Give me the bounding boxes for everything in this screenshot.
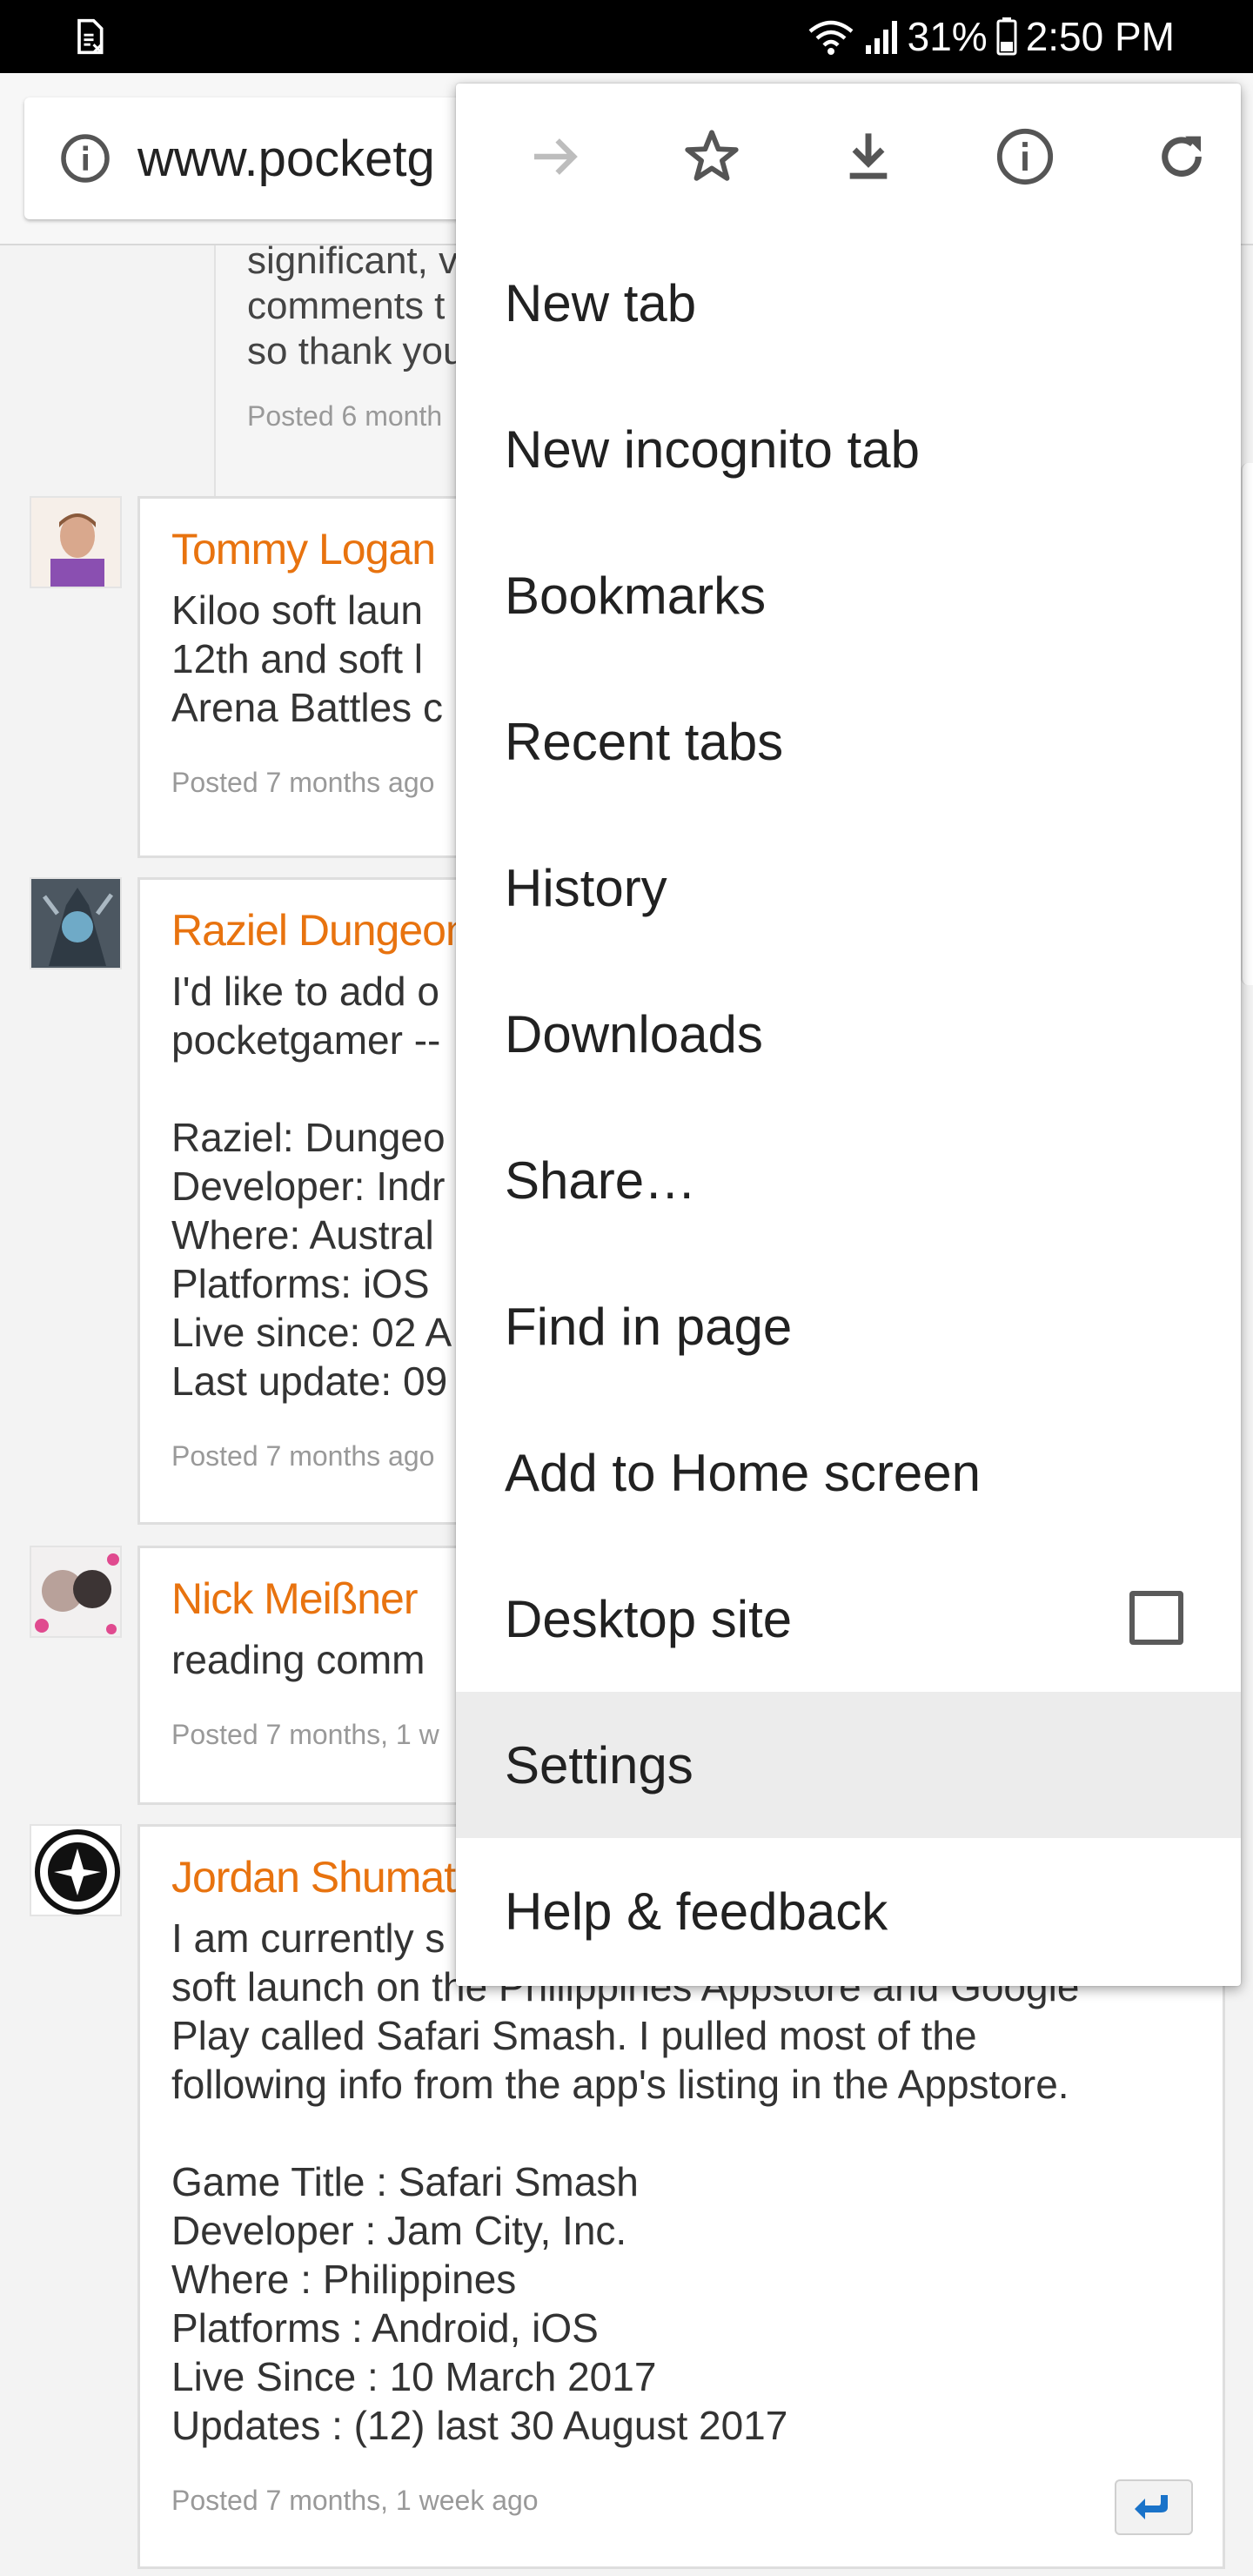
- clock: 2:50 PM: [1025, 14, 1175, 59]
- bookmark-star-button[interactable]: [675, 120, 748, 193]
- menu-item-settings[interactable]: Settings: [456, 1692, 1241, 1838]
- menu-item-label: Find in page: [505, 1297, 793, 1356]
- menu-item-downloads[interactable]: Downloads: [456, 961, 1241, 1107]
- reply-button[interactable]: [1115, 2479, 1193, 2535]
- info-icon[interactable]: [59, 132, 111, 184]
- menu-item-label: Downloads: [505, 1004, 763, 1063]
- info-icon: [996, 128, 1054, 185]
- posted-time: Posted 7 months, 1 week ago: [171, 2485, 539, 2516]
- menu-item-recent-tabs[interactable]: Recent tabs: [456, 668, 1241, 815]
- menu-icon-row: [456, 84, 1241, 230]
- menu-item-label: New tab: [505, 273, 697, 332]
- status-bar: 31% 2:50 PM: [0, 0, 1253, 73]
- reply-icon: [1135, 2495, 1168, 2519]
- download-button[interactable]: [832, 120, 905, 193]
- download-icon: [849, 133, 888, 179]
- menu-item-label: History: [505, 858, 667, 917]
- signal-icon: [865, 21, 897, 54]
- menu-item-label: Share…: [505, 1150, 697, 1210]
- star-icon: [685, 130, 739, 181]
- menu-item-label: Recent tabs: [505, 712, 784, 771]
- comment-text: I am currently s soft launch on the Phil…: [171, 1915, 1080, 2448]
- sim-card-icon: [77, 18, 104, 55]
- desktop-site-checkbox[interactable]: [1129, 1591, 1183, 1645]
- menu-item-label: Desktop site: [505, 1589, 793, 1648]
- menu-item-add-to-home-screen[interactable]: Add to Home screen: [456, 1399, 1241, 1546]
- menu-item-label: Settings: [505, 1735, 694, 1794]
- forward-icon: [534, 138, 578, 175]
- menu-item-bookmarks[interactable]: Bookmarks: [456, 522, 1241, 668]
- menu-item-new-incognito-tab[interactable]: New incognito tab: [456, 376, 1241, 522]
- wifi-icon: [808, 20, 854, 55]
- menu-item-history[interactable]: History: [456, 815, 1241, 961]
- author-name[interactable]: Tommy Logan: [171, 525, 436, 574]
- scroll-edge: [1241, 463, 1253, 985]
- avatar[interactable]: [30, 1546, 122, 1638]
- menu-item-label: Add to Home screen: [505, 1443, 981, 1502]
- menu-item-label: Help & feedback: [505, 1882, 888, 1941]
- avatar[interactable]: [30, 1824, 122, 1916]
- status-icons: 31% 2:50 PM: [807, 7, 1175, 66]
- menu-item-share[interactable]: Share…: [456, 1107, 1241, 1253]
- menu-item-desktop-site[interactable]: Desktop site: [456, 1546, 1241, 1692]
- screen: 31% 2:50 PM www.pocketg significant, v c…: [0, 0, 1253, 2576]
- url-text[interactable]: www.pocketg: [137, 130, 435, 188]
- refresh-icon: [1162, 136, 1202, 177]
- menu-item-new-tab[interactable]: New tab: [456, 230, 1241, 376]
- forward-button[interactable]: [519, 120, 592, 193]
- refresh-button[interactable]: [1145, 120, 1218, 193]
- menu-list: New tab New incognito tab Bookmarks Rece…: [456, 230, 1241, 1984]
- menu-item-label: New incognito tab: [505, 419, 920, 479]
- battery-icon: [996, 17, 1017, 56]
- avatar[interactable]: [30, 877, 122, 969]
- menu-item-find-in-page[interactable]: Find in page: [456, 1253, 1241, 1399]
- menu-item-label: Bookmarks: [505, 566, 767, 625]
- menu-item-help-feedback[interactable]: Help & feedback: [456, 1838, 1241, 1984]
- battery-percent: 31%: [907, 14, 988, 59]
- page-info-button[interactable]: [988, 120, 1062, 193]
- avatar[interactable]: [30, 496, 122, 588]
- overflow-menu: New tab New incognito tab Bookmarks Rece…: [456, 84, 1241, 1986]
